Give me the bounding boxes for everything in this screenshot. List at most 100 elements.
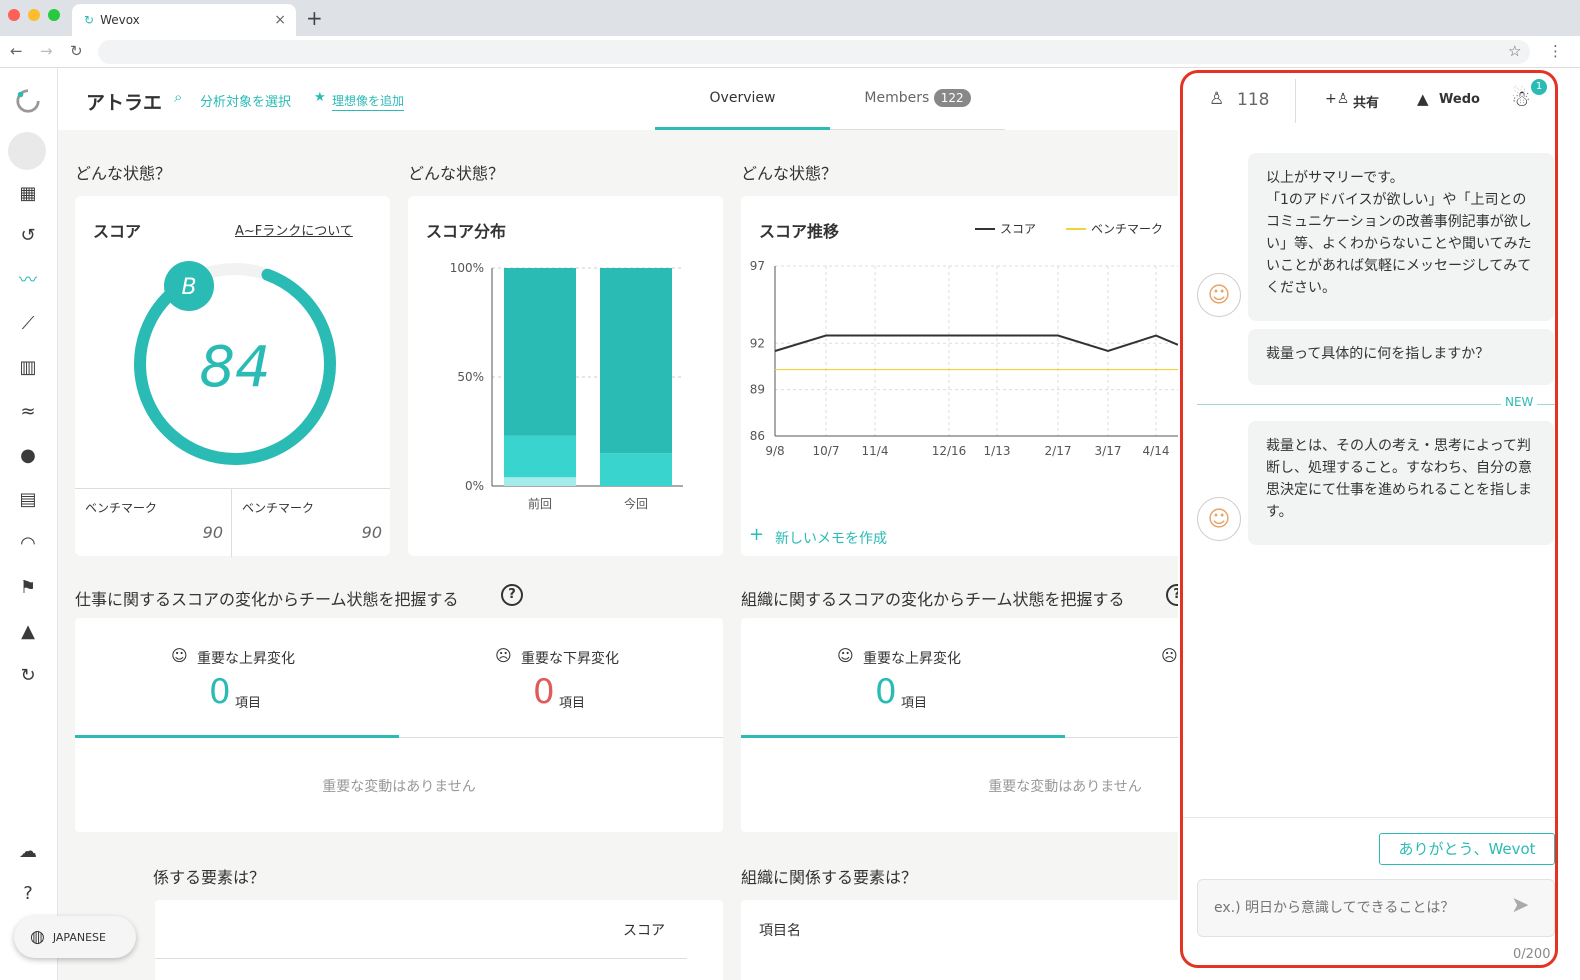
thanks-button[interactable]: ありがとう、Wevot — [1379, 833, 1555, 865]
work-down-unit: 項目 — [559, 696, 586, 711]
org-help-icon[interactable]: ? — [1166, 584, 1178, 606]
back-icon[interactable]: ← — [10, 42, 23, 60]
bubbles-icon[interactable]: ● — [15, 442, 41, 468]
bot-avatar: ☺ — [1197, 497, 1241, 541]
graduation-cap-icon[interactable]: ▲ — [15, 618, 41, 644]
share-button[interactable]: 共有 — [1353, 92, 1379, 111]
close-window-button[interactable] — [8, 9, 20, 21]
browser-menu-icon[interactable]: ⋮ — [1548, 42, 1563, 60]
flag-icon[interactable]: ⚑ — [15, 574, 41, 600]
select-target-link[interactable]: 分析対象を選択 — [200, 91, 291, 110]
divider — [155, 958, 687, 959]
help-icon[interactable]: ? — [15, 880, 41, 906]
divider — [1065, 737, 1178, 738]
x-tick-label: 3/17 — [1095, 444, 1122, 458]
page-header: アトラエ ⌕ 分析対象を選択 ★ 理想像を追加 Overview Members… — [58, 68, 1178, 130]
char-counter: 0/200 — [1513, 947, 1551, 962]
org-up-unit: 項目 — [901, 696, 928, 711]
bot-message-text: 以上がサマリーです。 「1のアドバイスが欲しい」や「上司とのコミュニケーションの… — [1266, 170, 1532, 296]
y-tick-label: 0% — [465, 479, 484, 493]
add-ideal-link[interactable]: 理想像を追加 — [332, 92, 405, 111]
language-label: JAPANESE — [52, 930, 106, 944]
benchmark-row: ベンチマーク 90 ベンチマーク 90 — [75, 488, 390, 557]
tab-members[interactable]: Members 122 — [830, 68, 1005, 130]
tab-overview[interactable]: Overview — [655, 68, 830, 130]
thanks-button-label: ありがとう、Wevot — [1398, 840, 1536, 858]
score-card-title: スコア — [93, 222, 142, 241]
wedo-button[interactable]: Wedo — [1439, 92, 1480, 107]
work-change-card: ☺ 重要な上昇変化 0 項目 ☹ 重要な下昇変化 0 項目 重要な変動はありませ… — [75, 618, 723, 832]
wevox-logo-icon[interactable] — [15, 88, 41, 114]
y-tick-label: 97 — [750, 259, 765, 273]
chat-icon[interactable]: ▤ — [15, 486, 41, 512]
x-tick-label: 2/17 — [1045, 444, 1072, 458]
send-icon[interactable]: ➤ — [1511, 893, 1529, 918]
benchmark-value: 90 — [202, 523, 223, 542]
dist-bar-segment — [504, 435, 576, 478]
legend-benchmark-label: ベンチマーク — [1091, 222, 1164, 236]
signal-icon[interactable]: ◠ — [15, 530, 41, 556]
wave-icon[interactable]: ≈ — [15, 398, 41, 424]
left-factors-title: 係する要素は？ — [153, 868, 266, 887]
maximize-window-button[interactable] — [48, 9, 60, 21]
trend-icon[interactable]: 〰 — [15, 266, 41, 292]
rank-info-link[interactable]: A~Fランクについて — [235, 220, 353, 239]
y-tick-label: 86 — [750, 429, 765, 443]
user-message: 裁量って具体的に何を指しますか？ — [1248, 329, 1554, 385]
x-tick-label: 10/7 — [813, 444, 840, 458]
distribution-card: スコア分布 100% 50% 0% 前回 今回 — [408, 196, 723, 556]
tab-overview-label: Overview — [709, 90, 776, 106]
grid-icon[interactable]: ▦ — [15, 180, 41, 206]
score-card: スコア A~Fランクについて B 84 ベンチマーク 90 ベンチマーク 90 — [75, 196, 390, 557]
close-tab-icon[interactable]: × — [274, 12, 286, 28]
dist-bar-segment — [504, 477, 576, 486]
chat-messages: 以上がサマリーです。 「1のアドバイスが欲しい」や「上司とのコミュニケーションの… — [1183, 131, 1555, 817]
minimize-window-button[interactable] — [28, 9, 40, 21]
x-tick-label: 前回 — [528, 496, 552, 511]
tab-title: Wevox — [100, 13, 140, 27]
score-gauge: B 84 — [134, 261, 336, 465]
new-tab-button[interactable]: + — [306, 6, 323, 30]
org-factors-title: 組織に関係する要素は？ — [741, 868, 918, 887]
divider — [1183, 817, 1555, 818]
bot-message: 裁量とは、その人の考え・思考によって判断し、処理すること。すなわち、自分の意思決… — [1248, 421, 1554, 545]
y-tick-label: 50% — [457, 370, 484, 384]
new-memo-link[interactable]: 新しいメモを作成 — [775, 528, 887, 548]
forward-icon[interactable]: → — [40, 42, 53, 60]
legend-score-swatch — [975, 228, 995, 230]
work-up-tab[interactable]: ☺ 重要な上昇変化 0 項目 — [75, 618, 399, 738]
benchmark-cell: ベンチマーク 90 — [232, 489, 390, 557]
reload-icon[interactable]: ↻ — [70, 42, 83, 60]
org-factors-col-header: 項目名 — [759, 923, 801, 939]
x-tick-label: 12/16 — [932, 444, 967, 458]
avatar[interactable] — [8, 132, 46, 170]
org-factors-card: 項目名 — [741, 900, 1178, 980]
line-chart-icon[interactable]: ⟋ — [15, 310, 41, 336]
org-up-tab[interactable]: ☺ 重要な上昇変化 0 項目 — [741, 618, 1065, 738]
chat-input[interactable] — [1197, 879, 1555, 937]
work-up-count: 0 — [209, 672, 231, 712]
browser-tab[interactable]: ↻ Wevox × — [72, 4, 296, 36]
distribution-card-title: スコア分布 — [426, 222, 507, 241]
smile-icon: ☺ — [837, 646, 854, 665]
building-icon[interactable]: ▥ — [15, 354, 41, 380]
refresh-icon[interactable]: ↻ — [15, 662, 41, 688]
org-section-title: 組織に関するスコアの変化からチーム状態を把握する — [741, 590, 1125, 609]
wevot-bot-icon[interactable]: ☃ — [1511, 87, 1531, 112]
plus-icon: + — [749, 524, 765, 545]
bookmark-star-icon[interactable]: ☆ — [1508, 42, 1521, 60]
frown-icon: ☹ — [1161, 646, 1178, 665]
cloud-download-icon[interactable]: ☁ — [15, 838, 41, 864]
work-empty-text: 重要な変動はありません — [322, 779, 476, 795]
benchmark-label: ベンチマーク — [242, 501, 315, 515]
address-bar-row: ← → ↻ ☆ ⋮ — [0, 36, 1580, 68]
url-input[interactable] — [98, 40, 1530, 64]
history-icon[interactable]: ↺ — [15, 222, 41, 248]
language-button[interactable]: ◍ JAPANESE — [14, 916, 136, 958]
work-down-tab[interactable]: ☹ 重要な下昇変化 0 項目 — [399, 618, 723, 738]
trend-card-title: スコア推移 — [759, 222, 840, 241]
dist-bar-segment — [600, 453, 672, 486]
work-help-icon[interactable]: ? — [501, 584, 523, 606]
work-down-label: 重要な下昇変化 — [521, 651, 619, 667]
distribution-chart: 100% 50% 0% 前回 今回 — [450, 261, 683, 511]
